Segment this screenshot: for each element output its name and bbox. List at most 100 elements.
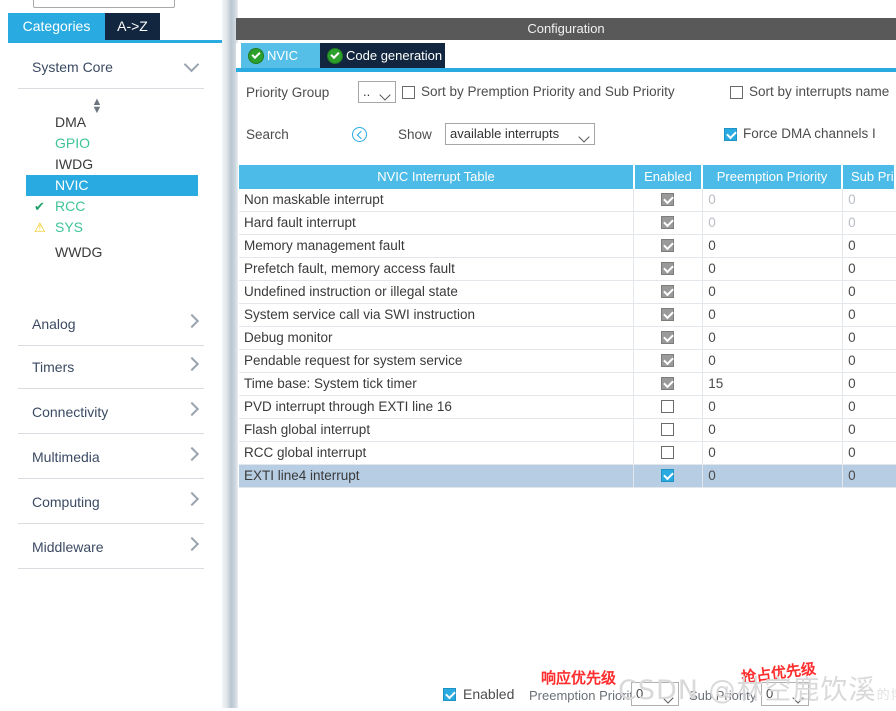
column-header-enabled[interactable]: Enabled bbox=[635, 165, 703, 189]
table-row[interactable]: Time base: System tick timer 15 0 bbox=[239, 373, 896, 396]
group-timers[interactable]: Timers bbox=[18, 348, 204, 389]
enabled-cell[interactable] bbox=[634, 235, 704, 257]
tab-code-generation[interactable]: Code generation bbox=[320, 43, 445, 68]
column-header-name[interactable]: NVIC Interrupt Table bbox=[239, 165, 635, 189]
preemption-priority-cell[interactable]: 0 bbox=[703, 442, 844, 464]
show-filter-select[interactable]: available interrupts bbox=[445, 123, 595, 145]
enabled-checkbox[interactable] bbox=[443, 688, 456, 701]
table-row[interactable]: Memory management fault 0 0 bbox=[239, 235, 896, 258]
sort-by-preemption-checkbox[interactable] bbox=[402, 86, 415, 99]
group-connectivity[interactable]: Connectivity bbox=[18, 393, 204, 434]
enabled-cell[interactable] bbox=[634, 212, 704, 234]
enabled-checkbox[interactable] bbox=[661, 354, 675, 367]
preemption-priority-cell[interactable]: 15 bbox=[703, 373, 844, 395]
tab-a-to-z[interactable]: A->Z bbox=[105, 13, 160, 40]
enabled-checkbox[interactable] bbox=[661, 239, 675, 252]
peripheral-item-dma[interactable]: DMA bbox=[26, 112, 198, 133]
preemption-priority-cell[interactable]: 0 bbox=[703, 465, 844, 487]
tab-categories[interactable]: Categories bbox=[8, 13, 105, 40]
enabled-checkbox[interactable] bbox=[661, 216, 675, 229]
group-multimedia[interactable]: Multimedia bbox=[18, 438, 204, 479]
categories-tabstrip: Categories A->Z bbox=[0, 13, 222, 40]
sub-priority-cell[interactable]: 0 bbox=[843, 189, 896, 211]
enabled-cell[interactable] bbox=[634, 442, 704, 464]
sub-priority-cell[interactable]: 0 bbox=[843, 212, 896, 234]
enabled-cell[interactable] bbox=[634, 189, 704, 211]
enabled-checkbox[interactable] bbox=[661, 262, 675, 275]
enabled-checkbox[interactable] bbox=[661, 469, 675, 482]
sort-by-preemption-label: Sort by Premption Priority and Sub Prior… bbox=[421, 84, 675, 99]
sub-priority-cell[interactable]: 0 bbox=[843, 465, 896, 487]
group-computing[interactable]: Computing bbox=[18, 483, 204, 524]
interrupt-name-cell: EXTI line4 interrupt bbox=[239, 465, 635, 487]
enabled-cell[interactable] bbox=[634, 373, 704, 395]
sub-priority-cell[interactable]: 0 bbox=[843, 373, 896, 395]
enabled-checkbox[interactable] bbox=[661, 308, 675, 321]
peripheral-item-nvic[interactable]: NVIC bbox=[26, 175, 198, 196]
table-row[interactable]: RCC global interrupt 0 0 bbox=[239, 442, 896, 465]
peripheral-search-input[interactable] bbox=[33, 0, 175, 8]
enabled-checkbox[interactable] bbox=[661, 423, 675, 436]
peripheral-item-sys[interactable]: ⚠ SYS bbox=[26, 217, 198, 238]
preemption-priority-cell[interactable]: 0 bbox=[703, 189, 844, 211]
sub-priority-cell[interactable]: 0 bbox=[843, 350, 896, 372]
group-analog[interactable]: Analog bbox=[18, 305, 204, 346]
column-header-sub-priority[interactable]: Sub Priority bbox=[843, 165, 896, 189]
peripheral-item-iwdg[interactable]: IWDG bbox=[26, 154, 198, 175]
sub-priority-cell[interactable]: 0 bbox=[843, 235, 896, 257]
sub-priority-cell[interactable]: 0 bbox=[843, 419, 896, 441]
panel-splitter[interactable] bbox=[222, 0, 231, 708]
preemption-priority-cell[interactable]: 0 bbox=[703, 327, 844, 349]
sub-priority-cell[interactable]: 0 bbox=[843, 281, 896, 303]
sub-priority-cell[interactable]: 0 bbox=[843, 304, 896, 326]
group-middleware[interactable]: Middleware bbox=[18, 528, 204, 569]
sub-priority-cell[interactable]: 0 bbox=[843, 258, 896, 280]
sort-by-interrupts-name-checkbox[interactable] bbox=[730, 86, 743, 99]
enabled-cell[interactable] bbox=[634, 304, 704, 326]
table-row[interactable]: Debug monitor 0 0 bbox=[239, 327, 896, 350]
enabled-cell[interactable] bbox=[634, 281, 704, 303]
preemption-priority-cell[interactable]: 0 bbox=[703, 212, 844, 234]
force-dma-channels-checkbox[interactable] bbox=[724, 128, 737, 141]
table-row[interactable]: Undefined instruction or illegal state 0 0 bbox=[239, 281, 896, 304]
enabled-checkbox[interactable] bbox=[661, 193, 675, 206]
sub-priority-cell[interactable]: 0 bbox=[843, 327, 896, 349]
table-row[interactable]: Flash global interrupt 0 0 bbox=[239, 419, 896, 442]
tab-nvic[interactable]: NVIC bbox=[241, 43, 320, 68]
enabled-cell[interactable] bbox=[634, 327, 704, 349]
preemption-priority-cell[interactable]: 0 bbox=[703, 396, 844, 418]
peripheral-item-wwdg[interactable]: WWDG bbox=[26, 242, 198, 263]
search-icon[interactable] bbox=[352, 127, 367, 142]
preemption-priority-cell[interactable]: 0 bbox=[703, 235, 844, 257]
enabled-checkbox[interactable] bbox=[661, 400, 675, 413]
preemption-priority-cell[interactable]: 0 bbox=[703, 258, 844, 280]
table-row[interactable]: Prefetch fault, memory access fault 0 0 bbox=[239, 258, 896, 281]
preemption-priority-cell[interactable]: 0 bbox=[703, 419, 844, 441]
priority-group-select[interactable]: .. bbox=[358, 81, 396, 103]
table-row[interactable]: EXTI line4 interrupt 0 0 bbox=[239, 465, 896, 488]
enabled-cell[interactable] bbox=[634, 396, 704, 418]
enabled-cell[interactable] bbox=[634, 465, 704, 487]
table-row[interactable]: Non maskable interrupt 0 0 bbox=[239, 189, 896, 212]
chevron-down-icon bbox=[580, 129, 590, 149]
table-row[interactable]: PVD interrupt through EXTI line 16 0 0 bbox=[239, 396, 896, 419]
enabled-cell[interactable] bbox=[634, 419, 704, 441]
sub-priority-cell[interactable]: 0 bbox=[843, 396, 896, 418]
enabled-cell[interactable] bbox=[634, 350, 704, 372]
preemption-priority-cell[interactable]: 0 bbox=[703, 281, 844, 303]
column-header-preemption-priority[interactable]: Preemption Priority bbox=[703, 165, 843, 189]
enabled-checkbox[interactable] bbox=[661, 446, 675, 459]
enabled-cell[interactable] bbox=[634, 258, 704, 280]
preemption-priority-cell[interactable]: 0 bbox=[703, 304, 844, 326]
peripheral-item-gpio[interactable]: GPIO bbox=[26, 133, 198, 154]
group-system-core[interactable]: System Core bbox=[18, 48, 204, 89]
table-row[interactable]: Hard fault interrupt 0 0 bbox=[239, 212, 896, 235]
enabled-checkbox[interactable] bbox=[661, 377, 675, 390]
table-row[interactable]: Pendable request for system service 0 0 bbox=[239, 350, 896, 373]
enabled-checkbox[interactable] bbox=[661, 285, 675, 298]
table-row[interactable]: System service call via SWI instruction 0… bbox=[239, 304, 896, 327]
sub-priority-cell[interactable]: 0 bbox=[843, 442, 896, 464]
enabled-checkbox[interactable] bbox=[661, 331, 675, 344]
peripheral-item-rcc[interactable]: ✔ RCC bbox=[26, 196, 198, 217]
preemption-priority-cell[interactable]: 0 bbox=[703, 350, 844, 372]
